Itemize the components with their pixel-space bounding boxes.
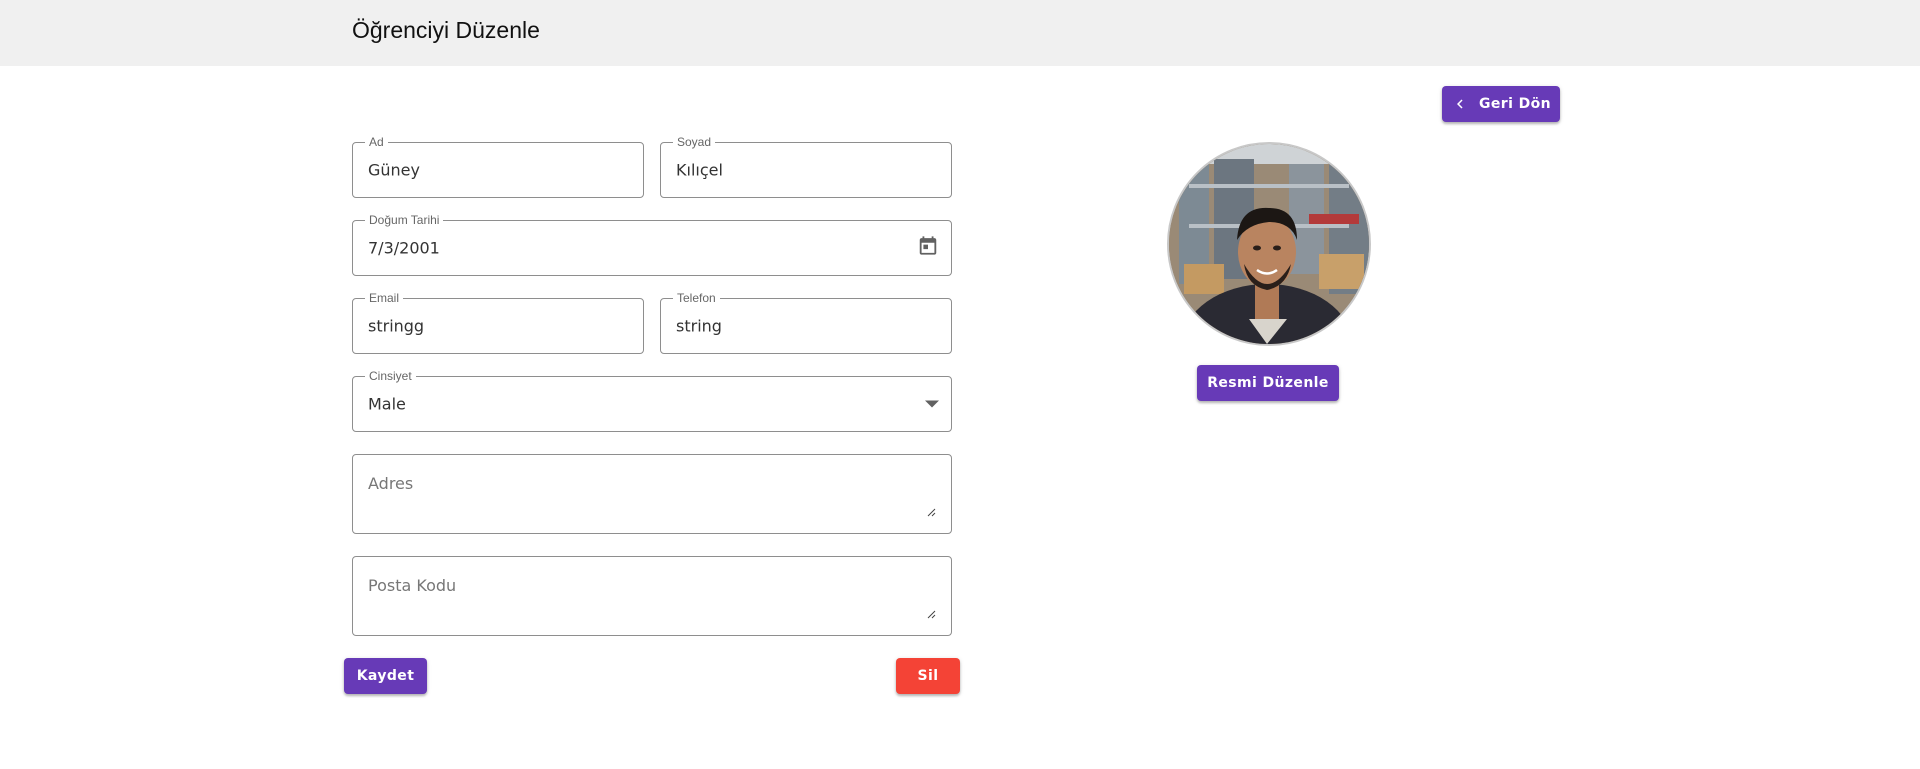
resize-handle-icon[interactable] — [927, 508, 936, 517]
first-name-label: Ad — [365, 135, 388, 149]
back-button[interactable]: Geri Dön — [1442, 86, 1560, 122]
phone-label: Telefon — [673, 291, 720, 305]
back-button-label: Geri Dön — [1479, 96, 1551, 112]
first-name-value: Güney — [368, 160, 420, 180]
phone-value: string — [676, 316, 722, 336]
top-bar: Öğrenciyi Düzenle — [0, 0, 1920, 66]
email-label: Email — [365, 291, 404, 305]
page-title: Öğrenciyi Düzenle — [352, 17, 540, 43]
birth-date-field[interactable]: Doğum Tarihi 7/3/2001 — [352, 213, 952, 276]
postal-code-textarea[interactable]: Posta Kodu — [352, 556, 952, 636]
save-button[interactable]: Kaydet — [344, 658, 427, 694]
delete-button[interactable]: Sil — [896, 658, 960, 694]
email-value: stringg — [368, 316, 425, 336]
postal-code-placeholder: Posta Kodu — [368, 576, 457, 595]
first-name-field[interactable]: Ad Güney — [352, 135, 644, 198]
phone-field[interactable]: Telefon string — [660, 291, 952, 354]
address-placeholder: Adres — [368, 474, 414, 493]
chevron-left-icon — [1457, 99, 1463, 109]
email-field[interactable]: Email stringg — [352, 291, 644, 354]
gender-value: Male — [368, 394, 406, 414]
birth-date-label: Doğum Tarihi — [365, 213, 444, 227]
resize-handle-icon[interactable] — [927, 610, 936, 619]
calendar-icon[interactable] — [917, 235, 939, 262]
profile-photo — [1167, 142, 1371, 346]
edit-photo-button[interactable]: Resmi Düzenle — [1197, 365, 1339, 401]
last-name-value: Kılıçel — [676, 160, 723, 180]
birth-date-value: 7/3/2001 — [368, 238, 440, 258]
gender-label: Cinsiyet — [365, 369, 416, 383]
last-name-field[interactable]: Soyad Kılıçel — [660, 135, 952, 198]
dropdown-arrow-icon[interactable] — [925, 395, 939, 413]
profile-photo-image — [1169, 144, 1369, 344]
address-textarea[interactable]: Adres — [352, 454, 952, 534]
gender-select[interactable]: Cinsiyet Male — [352, 369, 952, 432]
last-name-label: Soyad — [673, 135, 716, 149]
